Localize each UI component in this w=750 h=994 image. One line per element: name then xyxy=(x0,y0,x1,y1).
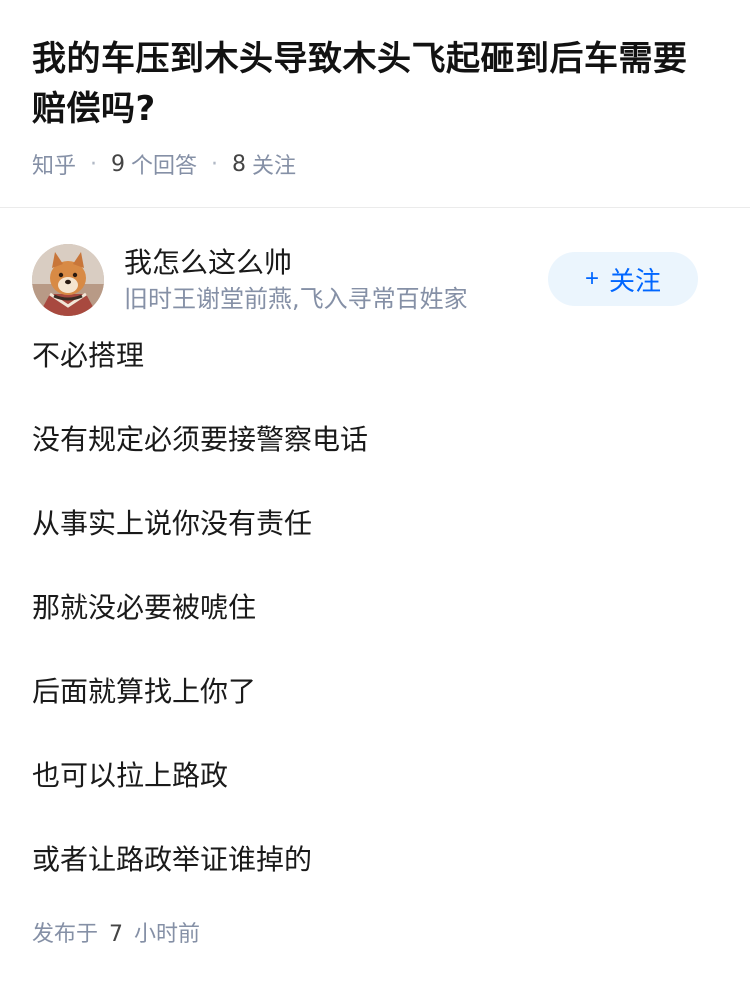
answer-content: 不必搭理 没有规定必须要接警察电话 从事实上说你没有责任 那就没必要被唬住 后面… xyxy=(32,336,718,880)
question-header: 我的车压到木头导致木头飞起砸到后车需要赔偿吗? 知乎 · 9 个回答 · 8 关… xyxy=(0,0,750,180)
author-row: 我怎么这么帅 旧时王谢堂前燕,飞入寻常百姓家 + 关注 xyxy=(32,242,718,318)
publish-suffix: 小时前 xyxy=(134,922,201,947)
source-label: 知乎 xyxy=(32,154,77,179)
question-meta: 知乎 · 9 个回答 · 8 关注 xyxy=(32,148,718,180)
author-avatar[interactable] xyxy=(32,244,104,316)
answer-paragraph: 从事实上说你没有责任 xyxy=(32,507,313,540)
answer-paragraph: 或者让路政举证谁掉的 xyxy=(32,843,313,876)
separator-dot: · xyxy=(90,151,98,177)
plus-icon: + xyxy=(584,265,599,292)
publish-prefix: 发布于 xyxy=(32,922,99,947)
follow-count: 8 xyxy=(232,151,247,177)
answer-paragraph: 后面就算找上你了 xyxy=(32,675,257,708)
answer-paragraph: 没有规定必须要接警察电话 xyxy=(32,423,369,456)
author-bio: 旧时王谢堂前燕,飞入寻常百姓家 xyxy=(124,285,468,313)
author-name[interactable]: 我怎么这么帅 xyxy=(124,245,468,281)
follow-button-label: 关注 xyxy=(609,265,662,296)
author-info: 我怎么这么帅 旧时王谢堂前燕,飞入寻常百姓家 xyxy=(124,245,468,315)
follow-button[interactable]: + 关注 xyxy=(548,252,698,306)
separator-dot: · xyxy=(211,151,219,177)
question-title[interactable]: 我的车压到木头导致木头飞起砸到后车需要赔偿吗? xyxy=(32,34,718,134)
answer-card: 我怎么这么帅 旧时王谢堂前燕,飞入寻常百姓家 + 关注 不必搭理 没有规定必须要… xyxy=(0,242,750,948)
answer-paragraph: 不必搭理 xyxy=(32,339,145,372)
dog-avatar-icon xyxy=(32,244,104,316)
follow-count-label: 关注 xyxy=(252,154,297,179)
publish-time: 发布于 7 小时前 xyxy=(32,916,718,948)
divider xyxy=(0,207,750,208)
answer-paragraph: 也可以拉上路政 xyxy=(32,759,229,792)
answer-count-label: 个回答 xyxy=(131,154,198,179)
answer-paragraph: 那就没必要被唬住 xyxy=(32,591,257,624)
answer-count: 9 xyxy=(111,151,126,177)
publish-value: 7 xyxy=(109,922,124,947)
